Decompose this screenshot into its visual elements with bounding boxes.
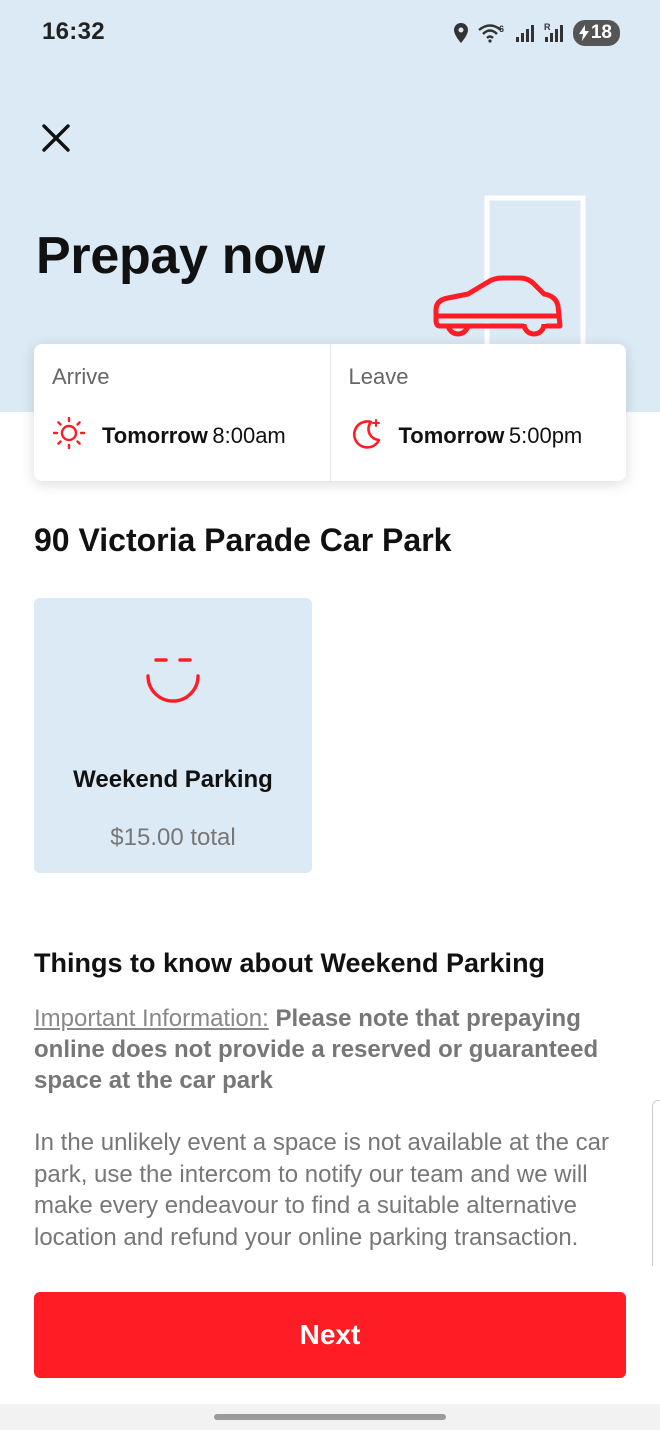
leave-time: 5:00pm — [508, 422, 583, 448]
next-button[interactable]: Next — [34, 1292, 626, 1378]
info-heading: Things to know about Weekend Parking — [34, 948, 546, 978]
info-body: In the unlikely event a space is not ava… — [34, 1129, 610, 1251]
close-button[interactable] — [30, 114, 82, 166]
arrive-selector[interactable]: Arrive Tomorrow 8:00am — [34, 344, 330, 481]
arrive-time: 8:00am — [212, 422, 286, 448]
sun-icon — [52, 416, 86, 455]
location-icon — [453, 22, 469, 44]
arrive-time-row: Tomorrow 8:00am — [52, 416, 286, 455]
signal-icon — [515, 23, 535, 43]
signal-roaming-icon: R — [543, 22, 565, 44]
important-info-link[interactable]: Important Information: — [34, 1005, 269, 1032]
option-price: $15.00 total — [110, 824, 236, 851]
leave-time-row: Tomorrow 5:00pm — [349, 416, 583, 455]
car-park-illustration — [428, 190, 598, 361]
moon-icon — [349, 416, 383, 455]
parking-option-card[interactable]: Weekend Parking $15.00 total — [34, 598, 312, 873]
battery-charging-icon: 18 — [572, 20, 620, 46]
battery-level: 18 — [590, 22, 612, 43]
arrive-day: Tomorrow — [102, 422, 208, 448]
close-icon — [40, 122, 72, 159]
smiley-icon — [144, 654, 202, 709]
status-time: 16:32 — [42, 18, 105, 45]
wifi-icon: 6 — [477, 22, 507, 44]
page-title: Prepay now — [36, 227, 325, 285]
leave-label: Leave — [348, 364, 409, 389]
leave-day: Tomorrow — [398, 422, 505, 448]
carpark-name: 90 Victoria Parade Car Park — [34, 522, 452, 558]
svg-text:6: 6 — [499, 24, 504, 34]
svg-text:R: R — [544, 22, 551, 32]
status-icons: 6 R 18 — [453, 20, 620, 46]
home-indicator[interactable] — [214, 1414, 446, 1420]
important-info: Important Information: Please note that … — [34, 1003, 634, 1096]
option-title: Weekend Parking — [73, 766, 273, 793]
schedule-card: Arrive Tomorrow 8:00am Leave Tomorrow 5:… — [34, 344, 626, 481]
arrive-label: Arrive — [52, 364, 110, 389]
status-bar: 16:32 6 R 18 — [0, 0, 660, 66]
leave-selector[interactable]: Leave Tomorrow 5:00pm — [329, 344, 627, 481]
